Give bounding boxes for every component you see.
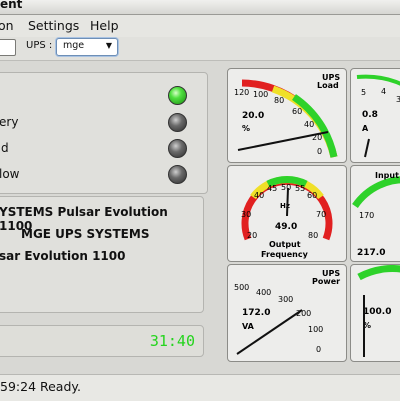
battery-charge-gauge-face: 100.0 %	[357, 265, 400, 357]
led-group: ery d low	[0, 72, 208, 194]
battery-current-gauge-face: 5 4 3 0.8 A	[356, 74, 400, 158]
tick-label: 120	[234, 88, 249, 97]
ups-power-gauge-face: UPS Power 500 400 300 200 100 0 172.0 VA	[234, 269, 340, 355]
led-battery-low	[168, 165, 187, 184]
tick-label: 170	[359, 211, 374, 220]
charge-arc	[357, 265, 400, 281]
tick-label: 3	[396, 95, 400, 104]
tick-label: 20	[247, 231, 257, 240]
gauge-title: Input	[375, 171, 399, 180]
tick-label: 60	[307, 191, 317, 200]
gauge-value: 0.8	[362, 110, 378, 120]
ups-select-value: mge	[63, 40, 85, 51]
ups-model: sar Evolution 1100	[0, 249, 126, 263]
gauge-unit: %	[242, 124, 250, 133]
led-label-overload: d	[1, 141, 9, 155]
title-bar: ent	[0, 0, 400, 15]
led-overload	[168, 139, 187, 158]
menu-item-settings[interactable]: Settings	[28, 18, 79, 33]
led-label-battery-low: low	[0, 167, 20, 181]
battery-charge-gauge: 100.0 %	[350, 264, 400, 362]
tick-label: 50	[281, 183, 291, 192]
toolbar: UPS : mge ▼	[0, 37, 400, 61]
gauge-title-line2: Load	[317, 81, 339, 90]
tick-label: 80	[274, 96, 284, 105]
window-title: ent	[0, 0, 23, 11]
led-online	[168, 86, 187, 105]
ups-power-gauge: UPS Power 500 400 300 200 100 0 172.0 VA	[227, 264, 347, 362]
gauge-value: 172.0	[242, 308, 270, 318]
tick-label: 80	[308, 231, 318, 240]
input-arc	[352, 176, 400, 209]
input-voltage-gauge: Input 170 217.0	[350, 165, 400, 262]
tick-label: 5	[361, 88, 366, 97]
tick-label: 40	[254, 191, 264, 200]
output-frequency-gauge: 40 45 50 55 60 70 80 20 30 Hz 49.0 Outpu…	[227, 165, 347, 262]
gauge-unit: VA	[242, 322, 255, 331]
ups-info-box: YSTEMS Pulsar Evolution 1100 MGE UPS SYS…	[0, 196, 204, 313]
status-text: 59:24 Ready.	[0, 379, 81, 394]
gauge-needle	[364, 138, 370, 158]
gauge-value: 217.0	[357, 248, 385, 258]
tick-label: 55	[295, 184, 305, 193]
status-panel: ery d low YSTEMS Pulsar Evolution 1100 M…	[0, 66, 210, 366]
led-battery	[168, 113, 187, 132]
tick-label: 40	[304, 120, 314, 129]
gauge-value: 49.0	[275, 222, 297, 232]
menu-item-function[interactable]: on	[0, 18, 14, 33]
runtime-display: 31:40	[149, 332, 195, 350]
tick-label: 500	[234, 283, 249, 292]
ups-manufacturer: MGE UPS SYSTEMS	[21, 227, 150, 241]
runtime-box: 31:40	[0, 325, 204, 357]
menu-bar: on Settings Help	[0, 15, 400, 38]
tick-label: 70	[316, 210, 326, 219]
chevron-down-icon: ▼	[105, 41, 112, 50]
gauge-label-line1: Output	[269, 240, 301, 249]
led-label-battery: ery	[0, 115, 19, 129]
battery-current-gauge: 5 4 3 0.8 A	[350, 68, 400, 163]
output-frequency-gauge-face: 40 45 50 55 60 70 80 20 30 Hz 49.0 Outpu…	[241, 175, 333, 259]
tick-label: 4	[381, 87, 386, 96]
ups-select[interactable]: mge ▼	[56, 38, 118, 56]
input-voltage-gauge-face: Input 170 217.0	[352, 171, 400, 258]
menu-item-help[interactable]: Help	[90, 18, 119, 33]
tick-label: 30	[241, 210, 251, 219]
tick-label: 100	[308, 325, 323, 334]
tick-label: 400	[256, 288, 271, 297]
gauge-label-line2: Frequency	[261, 250, 309, 259]
tick-label: 60	[292, 107, 302, 116]
gauge-unit: A	[362, 124, 369, 133]
tick-label: 300	[278, 295, 293, 304]
tick-label: 45	[267, 184, 277, 193]
gauge-value: 20.0	[242, 111, 264, 121]
gauge-title-line2: Power	[312, 277, 340, 286]
ups-label: UPS :	[26, 40, 53, 51]
gauge-needle	[286, 187, 289, 217]
tick-label: 100	[253, 90, 268, 99]
tick-label: 0	[316, 345, 321, 354]
tick-label: 0	[317, 147, 322, 156]
status-bar: 59:24 Ready.	[0, 374, 400, 401]
ups-load-gauge: UPS Load 120 100 80 60 40 20 0 20.0 %	[227, 68, 347, 163]
gauge-value: 100.0	[363, 307, 391, 317]
ups-load-gauge-face: UPS Load 120 100 80 60 40 20 0 20.0 %	[234, 73, 340, 158]
interval-spinbox[interactable]	[0, 39, 16, 56]
